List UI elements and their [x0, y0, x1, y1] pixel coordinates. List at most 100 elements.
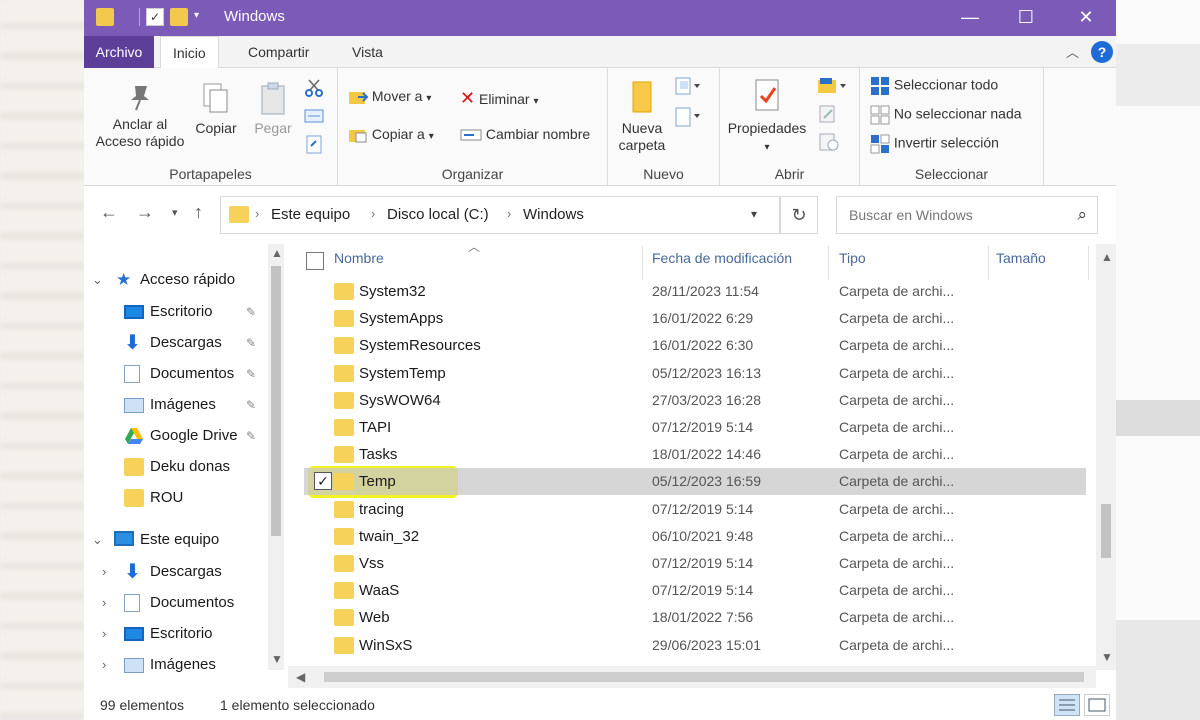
- file-row[interactable]: SysWOW64 27/03/2023 16:28 Carpeta de archi…: [304, 387, 1086, 414]
- file-name: tracing: [359, 500, 405, 518]
- nav-item-google-drive[interactable]: Google Drive ✎: [84, 422, 268, 450]
- file-row[interactable]: tracing 07/12/2019 5:14 Carpeta de archi..…: [304, 496, 1086, 523]
- new-folder-quick-icon[interactable]: [170, 8, 188, 26]
- delete-button[interactable]: ✕ Eliminar ▾: [460, 88, 538, 109]
- file-row[interactable]: System32 28/11/2023 11:54 Carpeta de archi…: [304, 278, 1086, 305]
- breadcrumb-este-equipo[interactable]: Este equipo: [271, 206, 350, 223]
- collapse-ribbon-icon[interactable]: ︿: [1066, 42, 1079, 61]
- column-nombre[interactable]: Nombre: [334, 250, 384, 274]
- properties-button[interactable]: Propiedades ▾: [722, 78, 812, 156]
- tab-vista[interactable]: Vista: [340, 36, 395, 68]
- select-all-checkbox[interactable]: [306, 252, 324, 270]
- large-icons-view-icon[interactable]: [1084, 694, 1110, 716]
- chevron-down-icon[interactable]: ⌄: [92, 526, 103, 554]
- move-to-button[interactable]: Mover a ▾: [348, 88, 431, 106]
- chevron-right-icon[interactable]: ›: [102, 558, 106, 586]
- pin-icon[interactable]: ✎: [246, 360, 256, 388]
- paste-button[interactable]: Pegar: [246, 82, 300, 137]
- horizontal-scrollbar[interactable]: ◀: [288, 666, 1096, 688]
- copy-button[interactable]: Copiar: [188, 82, 244, 137]
- file-row[interactable]: Web 18/01/2022 7:56 Carpeta de archi...: [304, 604, 1086, 631]
- breadcrumb-disco-local[interactable]: Disco local (C:): [387, 206, 489, 223]
- search-input[interactable]: Buscar en Windows: [849, 207, 973, 223]
- file-row[interactable]: SystemResources 16/01/2022 6:30 Carpeta de…: [304, 332, 1086, 359]
- nav-item-imágenes[interactable]: Imágenes ›: [84, 651, 268, 679]
- column-fecha[interactable]: Fecha de modificación: [652, 250, 792, 274]
- nav-item-deku-donas[interactable]: Deku donas: [84, 453, 268, 481]
- recent-locations-chevron-icon[interactable]: ▾: [172, 206, 178, 219]
- nav-item-rou[interactable]: ROU: [84, 484, 268, 512]
- copy-to-button[interactable]: Copiar a ▾: [348, 126, 434, 144]
- chevron-down-icon[interactable]: ⌄: [92, 266, 103, 294]
- nav-item-documentos[interactable]: Documentos ✎: [84, 360, 268, 388]
- column-tipo[interactable]: Tipo: [839, 250, 866, 274]
- file-row[interactable]: WinSxS 29/06/2023 15:01 Carpeta de archi..…: [304, 632, 1086, 659]
- details-view-icon[interactable]: [1054, 694, 1080, 716]
- folder-icon: [334, 337, 354, 355]
- pin-icon[interactable]: ✎: [246, 298, 256, 326]
- minimize-button[interactable]: —: [942, 0, 998, 34]
- maximize-button[interactable]: ☐: [998, 0, 1054, 34]
- easy-access-icon[interactable]: [674, 106, 702, 131]
- nav-item-descargas[interactable]: ⬇ Descargas ✎: [84, 329, 268, 357]
- file-row[interactable]: Vss 07/12/2019 5:14 Carpeta de archi...: [304, 550, 1086, 577]
- help-icon[interactable]: ?: [1091, 41, 1113, 63]
- select-all-button[interactable]: Seleccionar todo: [870, 76, 998, 96]
- file-date: 29/06/2023 15:01: [652, 636, 761, 653]
- history-icon[interactable]: [818, 132, 840, 155]
- rename-button[interactable]: Cambiar nombre: [460, 126, 590, 142]
- file-row[interactable]: twain_32 06/10/2021 9:48 Carpeta de archi.…: [304, 523, 1086, 550]
- select-none-button[interactable]: No seleccionar nada: [870, 105, 1022, 125]
- nav-item-descargas[interactable]: ⬇ Descargas ›: [84, 558, 268, 586]
- row-checkbox[interactable]: ✓: [314, 472, 332, 491]
- address-dropdown-chevron-icon[interactable]: ▾: [751, 207, 757, 221]
- copy-path-icon[interactable]: [304, 108, 324, 127]
- nav-item-escritorio[interactable]: Escritorio ✎: [84, 298, 268, 326]
- copy-icon: [203, 83, 228, 113]
- edit-icon[interactable]: [818, 104, 838, 127]
- file-row[interactable]: SystemTemp 05/12/2023 16:13 Carpeta de arc…: [304, 360, 1086, 387]
- folder-icon: [334, 473, 354, 491]
- pin-icon[interactable]: ✎: [246, 422, 256, 450]
- invert-selection-button[interactable]: Invertir selección: [870, 134, 999, 154]
- new-folder-button[interactable]: Nueva carpeta: [614, 78, 670, 154]
- pin-quick-access-button[interactable]: Anclar al Acceso rápido: [92, 82, 188, 150]
- tab-compartir[interactable]: Compartir: [236, 36, 321, 68]
- file-row[interactable]: WaaS 07/12/2019 5:14 Carpeta de archi...: [304, 577, 1086, 604]
- cut-icon[interactable]: [304, 78, 324, 101]
- nav-scrollbar[interactable]: ▲ ▼: [268, 244, 284, 670]
- file-row[interactable]: TAPI 07/12/2019 5:14 Carpeta de archi...: [304, 414, 1086, 441]
- nav-quick-access[interactable]: ⌄ ★ Acceso rápido: [84, 266, 268, 294]
- close-button[interactable]: ✕: [1058, 0, 1114, 34]
- refresh-icon[interactable]: ↻: [780, 196, 818, 234]
- nav-item-escritorio[interactable]: Escritorio ›: [84, 620, 268, 648]
- chevron-right-icon[interactable]: ›: [102, 620, 106, 648]
- nav-item-documentos[interactable]: Documentos ›: [84, 589, 268, 617]
- search-icon[interactable]: ⌕: [1077, 205, 1087, 225]
- breadcrumb-windows[interactable]: Windows: [523, 206, 584, 223]
- quick-access-toolbar-dropdown[interactable]: ▾: [194, 10, 199, 21]
- back-arrow-icon[interactable]: ←: [100, 202, 118, 223]
- file-row[interactable]: Tasks 18/01/2022 14:46 Carpeta de archi...: [304, 441, 1086, 468]
- pin-icon[interactable]: ✎: [246, 329, 256, 357]
- address-bar[interactable]: › Este equipo › Disco local (C:) › Windo…: [220, 196, 780, 234]
- file-type: Carpeta de archi...: [839, 609, 955, 626]
- forward-arrow-icon[interactable]: →: [136, 202, 154, 223]
- search-box[interactable]: Buscar en Windows ⌕: [836, 196, 1098, 234]
- paste-shortcut-icon[interactable]: [304, 134, 324, 157]
- open-icon[interactable]: [816, 76, 848, 99]
- file-row[interactable]: SystemApps 16/01/2022 6:29 Carpeta de arch…: [304, 305, 1086, 332]
- up-arrow-icon[interactable]: ↑: [194, 202, 203, 223]
- tab-archivo[interactable]: Archivo: [84, 36, 154, 68]
- tab-inicio[interactable]: Inicio: [160, 36, 219, 69]
- nav-item-imágenes[interactable]: Imágenes ✎: [84, 391, 268, 419]
- properties-quick-icon[interactable]: ✓: [146, 8, 164, 26]
- new-item-icon[interactable]: [674, 76, 702, 99]
- chevron-right-icon[interactable]: ›: [102, 651, 106, 679]
- nav-this-pc[interactable]: ⌄ Este equipo: [84, 526, 268, 554]
- column-tamano[interactable]: Tamaño: [996, 250, 1046, 274]
- file-list-scrollbar[interactable]: ▲ ▼: [1096, 244, 1116, 670]
- chevron-right-icon[interactable]: ›: [102, 589, 106, 617]
- pin-icon[interactable]: ✎: [246, 391, 256, 419]
- file-row[interactable]: ✓ Temp 05/12/2023 16:59 Carpeta de archi...: [304, 468, 1086, 496]
